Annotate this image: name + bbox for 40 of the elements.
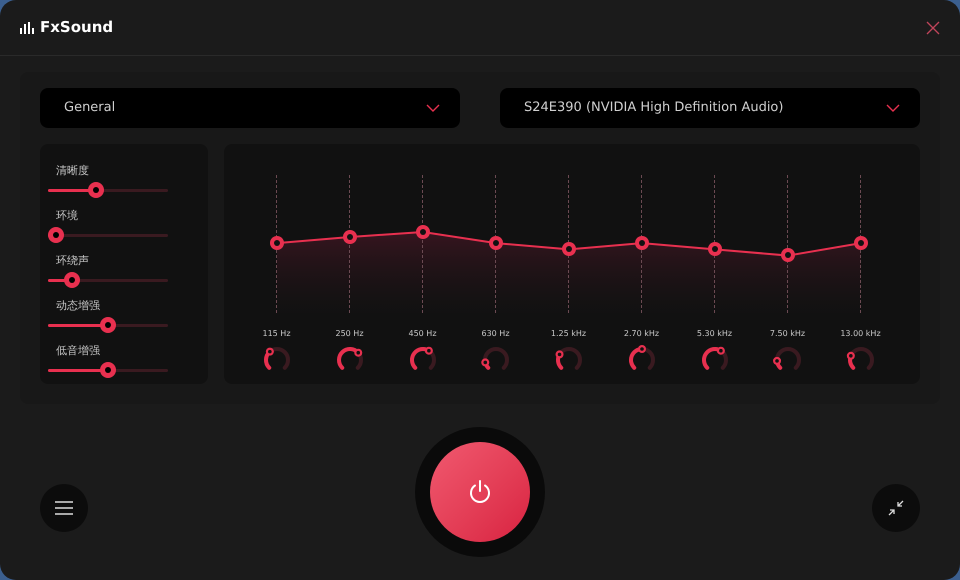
collapse-arrows-icon bbox=[887, 499, 905, 517]
band-label: 2.70 kHz bbox=[624, 328, 660, 340]
eq-point-handle[interactable] bbox=[416, 224, 430, 239]
eq-point-handle[interactable] bbox=[780, 248, 794, 262]
app-title: FxSound bbox=[40, 17, 114, 38]
effect-label: 清晰度 bbox=[56, 164, 90, 178]
eq-point-handle[interactable] bbox=[634, 236, 648, 250]
device-dropdown[interactable]: S24E390 (NVIDIA High Definition Audio) bbox=[500, 88, 920, 128]
band-label: 7.50 kHz bbox=[770, 328, 806, 340]
menu-icon bbox=[54, 501, 74, 515]
slider-thumb[interactable] bbox=[100, 317, 116, 333]
slider-thumb[interactable] bbox=[100, 362, 116, 378]
eq-point-handle[interactable] bbox=[708, 242, 722, 256]
close-icon[interactable] bbox=[926, 20, 940, 34]
slider-thumb[interactable] bbox=[88, 182, 104, 198]
power-icon bbox=[467, 479, 493, 505]
effect-label: 动态增强 bbox=[56, 299, 101, 313]
menu-button[interactable] bbox=[40, 484, 88, 532]
eq-point-handle[interactable] bbox=[342, 230, 356, 244]
eq-point-handle[interactable] bbox=[562, 242, 576, 256]
effect-label: 环绕声 bbox=[56, 254, 90, 268]
chevron-down-icon bbox=[886, 104, 900, 112]
slider-thumb[interactable] bbox=[64, 272, 80, 288]
band-label: 1.25 kHz bbox=[550, 328, 586, 340]
slider-thumb[interactable] bbox=[48, 227, 64, 243]
band-label: 250 Hz bbox=[335, 328, 364, 340]
band-label: 115 Hz bbox=[262, 328, 291, 340]
band-label: 13.00 kHz bbox=[840, 328, 881, 340]
band-label: 630 Hz bbox=[481, 328, 510, 340]
eq-point-handle[interactable] bbox=[488, 236, 502, 250]
preset-dropdown[interactable]: General bbox=[40, 88, 460, 128]
effect-label: 低音增强 bbox=[56, 344, 101, 358]
band-label: 450 Hz bbox=[408, 328, 437, 340]
chevron-down-icon bbox=[426, 104, 440, 112]
band-label: 5.30 kHz bbox=[696, 328, 732, 340]
eq-point-handle[interactable] bbox=[270, 236, 284, 250]
eq-point-handle[interactable] bbox=[854, 236, 868, 250]
equalizer-logo-icon bbox=[20, 22, 36, 34]
power-button[interactable] bbox=[430, 442, 530, 542]
effect-label: 环境 bbox=[56, 209, 79, 223]
